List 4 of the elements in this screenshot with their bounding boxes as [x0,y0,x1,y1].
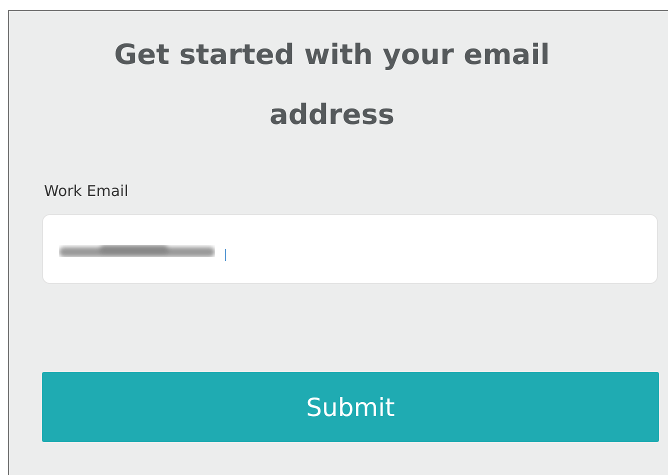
field-label: Work Email [44,182,130,200]
form-heading: Get started with your email address [113,37,551,133]
email-field[interactable] [42,214,658,284]
submit-button[interactable]: Submit [42,372,659,442]
